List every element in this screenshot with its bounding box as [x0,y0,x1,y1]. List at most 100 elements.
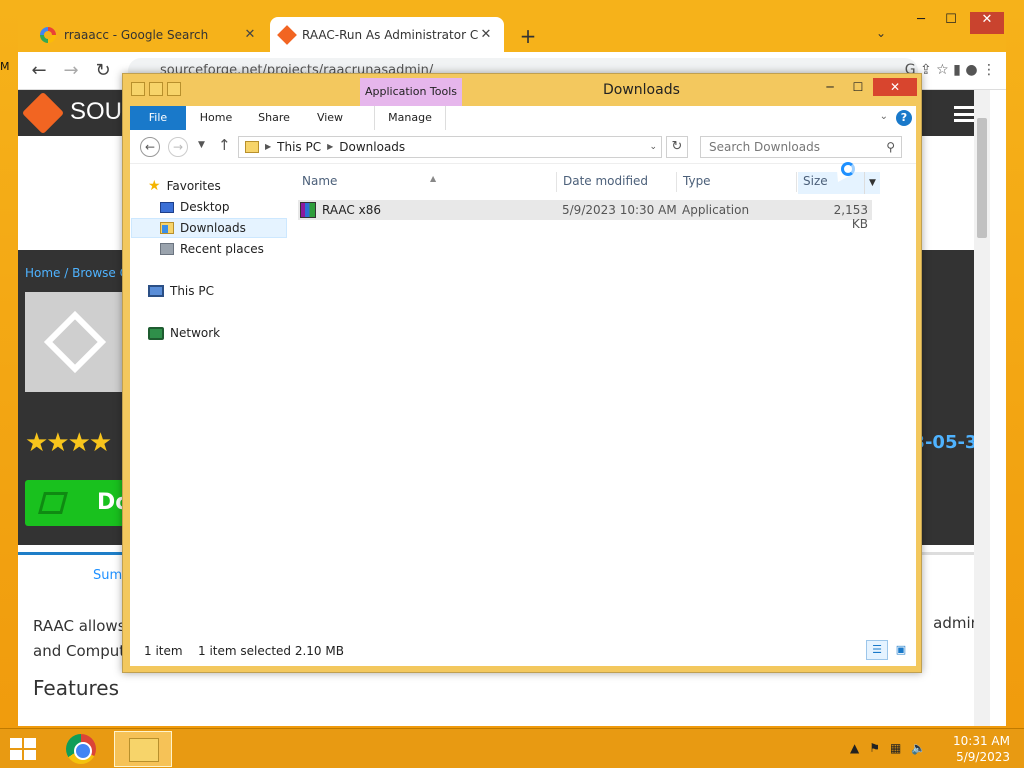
start-button[interactable] [10,738,36,760]
close-icon[interactable]: ✕ [242,27,258,42]
show-hidden-icons-icon[interactable]: ▲ [850,741,859,755]
up-button[interactable]: ↑ [218,136,231,154]
nav-desktop[interactable]: Desktop [160,197,230,217]
maximize-button[interactable]: ☐ [936,12,966,34]
new-tab-button[interactable]: + [518,24,538,48]
nav-label: Network [170,326,221,340]
sf-logo-text: SOU [70,98,123,125]
description-line: and Compute [33,642,135,660]
download-icon [38,492,68,514]
forward-button[interactable]: → [168,137,188,157]
application-tools-tab[interactable]: Application Tools [360,78,462,106]
address-bar[interactable]: ▶ This PC ▶ Downloads ⌄ [238,136,662,158]
chevron-down-icon[interactable]: ⌄ [649,137,657,157]
refresh-button[interactable]: ↻ [666,136,688,158]
chevron-down-icon[interactable]: ⌄ [876,26,886,40]
column-header-type[interactable]: Type [683,174,711,188]
minimize-button[interactable]: ─ [817,78,843,96]
breadcrumb-separator-icon[interactable]: ▶ [327,137,333,157]
recent-locations-icon[interactable]: ▼ [198,140,205,150]
back-button[interactable]: ← [140,137,160,157]
search-icon: ⚲ [886,140,895,154]
ribbon: File Home Share View Manage ⌄ ? [130,106,916,130]
file-size: 2,153 KB [833,203,868,231]
tab-view[interactable]: View [310,106,350,130]
column-divider[interactable] [676,172,677,192]
nav-label: Desktop [180,200,230,214]
project-logo-icon [43,310,107,374]
properties-icon[interactable] [149,82,163,96]
nav-recent-places[interactable]: Recent places [160,239,264,259]
scroll-thumb[interactable] [977,118,987,238]
minimize-button[interactable]: ─ [906,12,936,34]
column-divider[interactable] [796,172,797,192]
action-center-icon[interactable]: ⚑ [869,741,880,755]
column-header-date[interactable]: Date modified [563,174,648,188]
application-icon [300,202,316,218]
large-icons-view-icon[interactable]: ▣ [890,640,912,660]
windows-logo-icon [24,738,36,748]
nav-label: Downloads [180,221,246,235]
address-segment[interactable]: Downloads [339,137,405,157]
new-folder-icon[interactable] [167,82,181,96]
chevron-down-icon[interactable]: ▼ [864,172,880,194]
search-input[interactable]: Search Downloads ⚲ [700,136,902,158]
close-button[interactable]: ✕ [873,78,917,96]
help-icon[interactable]: ? [896,110,912,126]
close-button[interactable]: ✕ [970,12,1004,34]
tab-google-search[interactable]: rraaacc - Google Search ✕ [30,17,268,52]
file-name: RAAC x86 [322,203,381,217]
column-header-size[interactable]: Size [803,174,828,188]
tab-title: RAAC-Run As Administrator Cor [302,27,478,42]
nav-favorites[interactable]: ★ Favorites [148,176,221,196]
network-icon[interactable]: ▦ [890,741,901,755]
sourceforge-logo-icon [21,91,65,135]
system-tray: ▲ ⚑ ▦ 🔈 [850,741,926,755]
tab-home[interactable]: Home [194,106,238,130]
nav-downloads[interactable]: Downloads [131,218,287,238]
active-tab-indicator [18,552,122,555]
back-button[interactable]: ← [28,60,50,82]
download-button[interactable]: Do [25,480,135,526]
tab-file[interactable]: File [130,106,186,130]
network-icon [148,326,164,340]
chrome-icon [66,734,96,764]
chrome-titlebar: rraaacc - Google Search ✕ RAAC-Run As Ad… [18,10,1006,52]
menu-icon[interactable] [954,106,976,122]
taskbar-chrome[interactable] [52,731,110,767]
breadcrumb-separator-icon[interactable]: ▶ [265,137,271,157]
nav-this-pc[interactable]: This PC [148,281,214,301]
project-logo [25,292,125,392]
google-icon [40,26,56,43]
windows-logo-icon [10,750,22,760]
address-segment[interactable]: This PC [277,137,321,157]
column-header-name[interactable]: Name ▲ [302,174,436,188]
taskbar-file-explorer[interactable] [114,731,172,767]
desktop-icon [160,201,174,213]
details-view-icon[interactable]: ☰ [866,640,888,660]
file-row[interactable]: RAAC x86 5/9/2023 10:30 AM Application 2… [298,200,872,231]
column-label: Name [302,174,338,188]
nav-network[interactable]: Network [148,323,220,343]
tab-share[interactable]: Share [252,106,296,130]
folder-icon [129,738,159,762]
forward-button[interactable]: → [60,60,82,82]
computer-icon [148,285,164,297]
downloads-icon [160,222,174,234]
volume-muted-icon[interactable]: 🔈 [911,741,926,755]
reload-button[interactable]: ↻ [92,60,114,82]
features-heading: Features [33,676,119,700]
nav-label: Favorites [166,179,221,193]
breadcrumb[interactable]: Home / Browse Op [25,266,137,280]
column-divider[interactable] [556,172,557,192]
chevron-down-icon[interactable]: ⌄ [880,111,888,122]
maximize-button[interactable]: ☐ [845,78,871,96]
search-placeholder: Search Downloads [709,140,820,154]
tab-raac[interactable]: RAAC-Run As Administrator Cor ✕ [270,17,504,52]
folder-icon[interactable] [131,82,145,96]
tab-manage[interactable]: Manage [374,106,446,130]
page-scrollbar[interactable] [974,90,990,726]
description-line: RAAC allows [33,617,126,635]
clock[interactable]: 10:31 AM 5/9/2023 [950,733,1010,765]
close-icon[interactable]: ✕ [478,27,494,42]
